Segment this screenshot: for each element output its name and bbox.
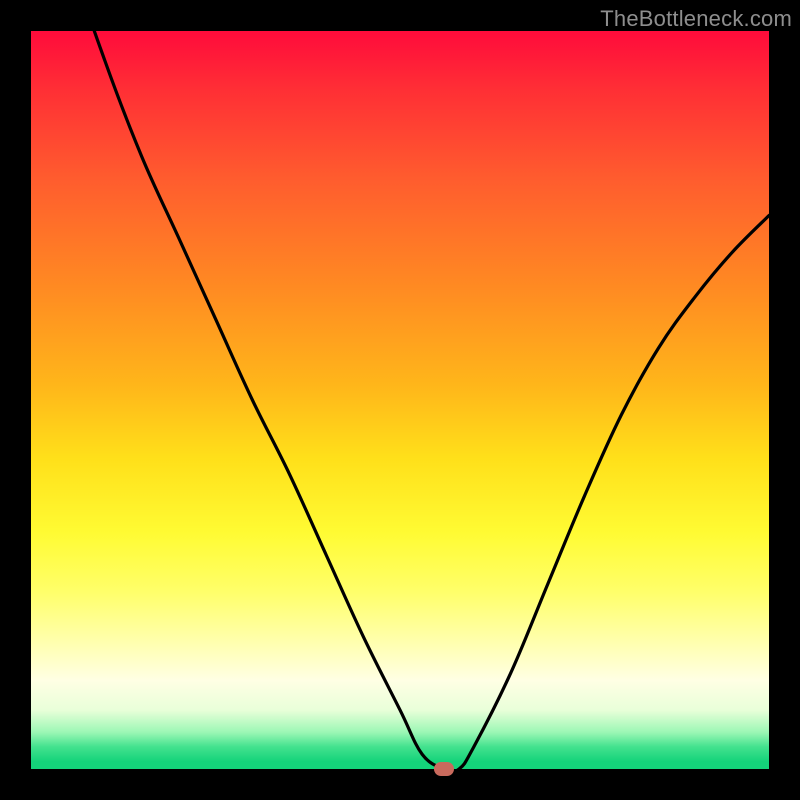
watermark-text: TheBottleneck.com [600,6,792,32]
optimal-point-marker [434,762,454,776]
chart-frame: TheBottleneck.com [0,0,800,800]
bottleneck-curve [31,31,769,769]
plot-area [31,31,769,769]
